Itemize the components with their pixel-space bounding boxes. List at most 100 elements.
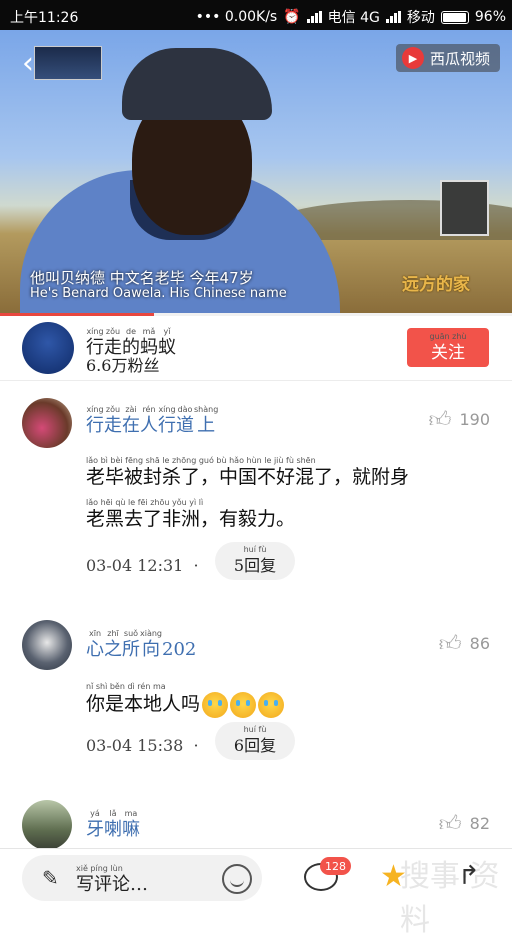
name-char-text: 所 (122, 639, 140, 660)
author-avatar[interactable] (22, 322, 74, 374)
pen-icon: ✎ (42, 866, 59, 890)
replies-label: 5回复 (233, 556, 277, 575)
thumbs-up-icon: 👍︎ (428, 408, 452, 433)
comment-text-line-1: lǎo bì bèi fēng shā le zhōng guó bù hǎo … (86, 446, 409, 488)
name-char-text: 上 (197, 415, 216, 436)
comment-text-2: 老黑去了非洲，有毅力。 (86, 508, 296, 530)
comment-text-line-1: nǐ shì běn dì rén ma 你是本地人吗 (86, 672, 285, 718)
name-char-text: 2 (162, 639, 174, 660)
name-char-pinyin: xīn (88, 629, 102, 638)
name-char-pinyin: zhī (107, 629, 119, 638)
comment-time: 03-04 15:38 · (86, 736, 199, 755)
like-count: 190 (459, 410, 490, 429)
name-char-pinyin: dào (177, 405, 193, 414)
comment-pinyin-line-1: nǐ shì běn dì rén ma (86, 682, 166, 691)
like-count: 86 (469, 634, 490, 653)
video-player[interactable]: ‹ ▶ 西瓜视频 他叫贝纳德 中文名老毕 今年47岁 He's Benard O… (0, 30, 512, 313)
name-char-text: 人 (140, 415, 158, 436)
name-char-pinyin: de (126, 327, 136, 336)
back-button[interactable]: ‹ (22, 46, 34, 81)
comment-text-1: 你是本地人吗 (86, 693, 201, 715)
name-char-pinyin: yá (90, 809, 100, 818)
smile-icon[interactable] (222, 864, 252, 894)
name-char-text: 在 (122, 415, 140, 436)
name-char-pinyin: shàng (194, 405, 219, 414)
name-char-text: 行 (86, 415, 104, 436)
video-scene-cap (122, 48, 272, 120)
like-button[interactable]: 👍︎ 190 (428, 406, 490, 433)
commenter-name[interactable]: xíng 行 zǒu 走 zài 在 rén 人 xíng 行 dào 道 shàng 上 (86, 396, 218, 437)
name-char-pinyin: zǒu (105, 405, 121, 414)
comment-input[interactable]: ✎ xiě píng lùn 写评论… (22, 855, 262, 901)
name-char-pinyin: xíng (158, 405, 176, 414)
name-char: xíng 行 (158, 405, 176, 437)
share-icon[interactable]: ↱ (458, 861, 480, 891)
name-char-text: 2 (184, 639, 197, 660)
video-scene-tower (440, 180, 489, 236)
name-char-pinyin (189, 629, 192, 639)
name-char-pinyin: zǒu (105, 327, 121, 336)
name-char: shàng 上 (194, 405, 218, 437)
crying-laugh-emoji-icon (258, 692, 285, 718)
like-button[interactable]: 👍︎ 86 (439, 630, 490, 657)
name-char-text: 喇 (104, 819, 122, 840)
name-char: 2 (162, 629, 173, 661)
commenter-avatar[interactable] (22, 800, 72, 848)
name-char-pinyin: xíng (86, 405, 104, 414)
name-char-text: 蚁 (158, 337, 176, 358)
carrier-1: 电信 4G (327, 10, 380, 26)
commenter-avatar[interactable] (22, 398, 72, 448)
name-char: 0 (173, 629, 184, 661)
name-char-pinyin (166, 629, 169, 639)
like-button[interactable]: 👍︎ 82 (439, 810, 490, 837)
name-char-pinyin: xíng (86, 327, 104, 336)
name-char: xīn 心 (86, 629, 104, 661)
author-row: xíng 行 zǒu 走 de 的 mǎ 蚂 yǐ 蚁 6.6万粉丝 guān zhù 关注 (0, 316, 512, 381)
comment-count-badge: 128 (320, 857, 351, 875)
thumbs-up-icon: 👍︎ (438, 632, 462, 657)
name-char-text: 行 (158, 415, 176, 436)
name-char-pinyin: ma (124, 809, 138, 818)
name-char: xiàng 向 (140, 629, 162, 661)
comment-item: yá 牙 lǎ 喇 ma 嘛 👍︎ 82 (0, 798, 512, 848)
follow-label: 关注 (430, 342, 465, 363)
name-char-pinyin: rén (142, 405, 156, 414)
network-speed: ••• 0.00K/s (195, 9, 278, 25)
name-char: suǒ 所 (122, 629, 140, 661)
play-icon: ▶ (401, 47, 424, 69)
input-placeholder: 写评论… (76, 874, 148, 895)
like-count: 82 (469, 814, 490, 833)
crying-laugh-emoji-icon (202, 692, 229, 718)
name-char-text: 心 (86, 639, 104, 660)
carrier-2: 移动 (406, 10, 435, 26)
follow-pinyin: guān zhù (429, 331, 467, 341)
signal-icon-2 (385, 11, 401, 23)
follow-button[interactable]: guān zhù 关注 (407, 328, 489, 367)
name-char-text: 嘛 (122, 819, 140, 840)
corner-watermark: 搜事·资料 (400, 859, 500, 938)
status-bar: 上午11:26 ••• 0.00K/s ⏰ 电信 4G 移动 96% (0, 0, 512, 30)
battery-level: 96% (474, 9, 506, 25)
comment-text-line-2: lǎo hēi qù le fēi zhōu yǒu yì lì 老黑去了非洲，有… (86, 488, 295, 530)
name-char-text: 牙 (86, 819, 104, 840)
name-char-pinyin: suǒ (123, 629, 139, 638)
status-indicators: ••• 0.00K/s ⏰ 电信 4G 移动 96% (196, 7, 506, 27)
commenter-name[interactable]: xīn 心 zhī 之 suǒ 所 xiàng 向 2 0 2 (86, 620, 196, 661)
replies-pinyin: huí fù (243, 545, 267, 554)
comment-item: xīn 心 zhī 之 suǒ 所 xiàng 向 2 0 2 👍︎ 86 nǐ shì bě… (0, 618, 512, 778)
name-char: dào 道 (176, 405, 194, 437)
name-char-pinyin (178, 629, 181, 639)
status-time: 上午11:26 (10, 10, 79, 26)
replies-label: 6回复 (233, 736, 277, 755)
name-char-pinyin: yǐ (163, 327, 171, 336)
comment-text-1: 老毕被封杀了，中国不好混了，就附身 (86, 466, 410, 488)
replies-button[interactable]: huí fù 5回复 (215, 542, 295, 580)
comment-time-text: 03-04 12:31 (86, 556, 184, 575)
commenter-avatar[interactable] (22, 620, 72, 670)
replies-button[interactable]: huí fù 6回复 (215, 722, 295, 760)
brand-name: 西瓜视频 (429, 49, 490, 68)
comment-item: xíng 行 zǒu 走 zài 在 rén 人 xíng 行 dào 道 shàng 上 👍︎ 190 … (0, 392, 512, 602)
comment-pinyin-line-2: lǎo hēi qù le fēi zhōu yǒu yì lì (86, 498, 204, 507)
commenter-name[interactable]: yá 牙 lǎ 喇 ma 嘛 (86, 800, 140, 841)
replies-pinyin: huí fù (243, 725, 267, 734)
